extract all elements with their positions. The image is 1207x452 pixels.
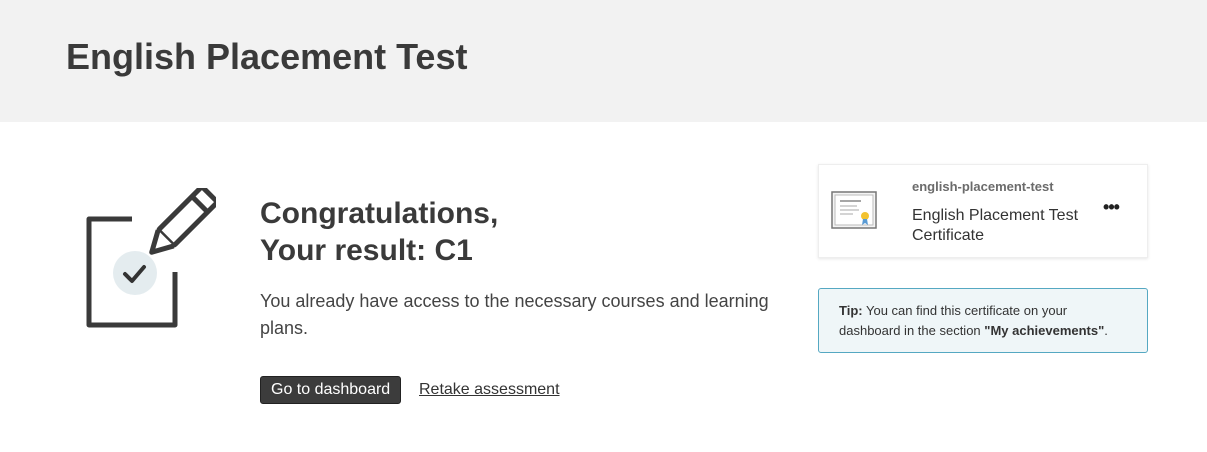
page-title: English Placement Test bbox=[66, 36, 468, 77]
tip-box: Tip: You can find this certificate on yo… bbox=[818, 288, 1148, 353]
certificate-name: English Placement Test Certificate bbox=[912, 207, 1079, 244]
certificate-card: english-placement-test English Placement… bbox=[818, 164, 1148, 258]
result-heading: Congratulations, Your result: C1 bbox=[260, 195, 498, 269]
tip-label: Tip: bbox=[839, 303, 863, 318]
certificate-slug: english-placement-test bbox=[912, 179, 1054, 194]
congratulations-text: Congratulations, bbox=[260, 197, 499, 230]
tip-section-name: "My achievements" bbox=[984, 323, 1105, 338]
result-level-text: Your result: C1 bbox=[260, 234, 473, 267]
result-message: You already have access to the necessary… bbox=[260, 291, 769, 338]
tip-suffix: . bbox=[1104, 323, 1108, 338]
certificate-icon bbox=[831, 191, 877, 231]
go-to-dashboard-button[interactable]: Go to dashboard bbox=[260, 376, 402, 404]
more-horizontal-icon[interactable]: ••• bbox=[1101, 198, 1121, 221]
retake-assessment-link[interactable]: Retake assessment bbox=[419, 380, 560, 400]
assessment-complete-icon bbox=[80, 184, 220, 334]
page-header: English Placement Test bbox=[0, 0, 1207, 122]
